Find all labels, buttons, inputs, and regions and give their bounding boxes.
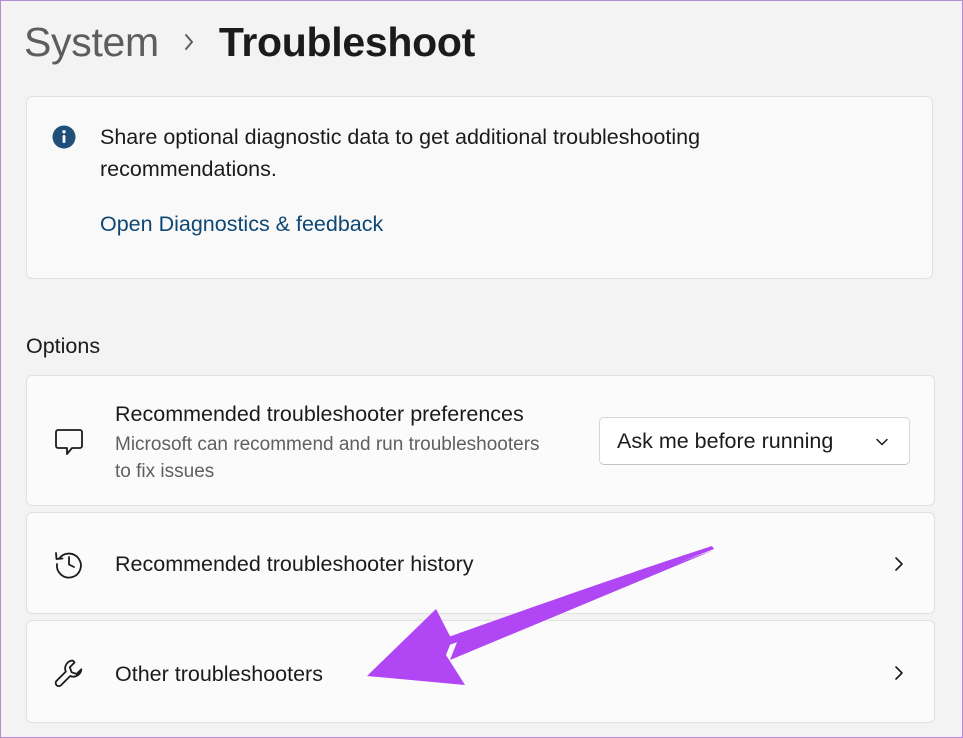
history-icon (53, 548, 85, 580)
open-diagnostics-link[interactable]: Open Diagnostics & feedback (100, 212, 383, 237)
info-message: Share optional diagnostic data to get ad… (100, 125, 701, 181)
chevron-right-icon (892, 555, 906, 573)
page-title: Troubleshoot (218, 18, 475, 65)
info-icon (52, 125, 76, 149)
breadcrumb: System Troubleshoot (24, 14, 475, 70)
preferences-title: Recommended troubleshooter preferences (115, 402, 524, 426)
history-title: Recommended troubleshooter history (115, 552, 474, 576)
other-troubleshooters-title: Other troubleshooters (115, 662, 323, 686)
preferences-description: Microsoft can recommend and run troubles… (115, 434, 540, 482)
dropdown-selected-value: Ask me before running (617, 429, 834, 453)
diagnostics-info-card: Share optional diagnostic data to get ad… (26, 96, 933, 279)
wrench-icon (53, 657, 85, 689)
other-troubleshooters-row[interactable]: Other troubleshooters (26, 620, 935, 723)
breadcrumb-system-link[interactable]: System (24, 19, 159, 66)
chevron-right-icon (159, 33, 219, 51)
chevron-down-icon (875, 435, 889, 449)
troubleshooter-preferences-row: Recommended troubleshooter preferences M… (26, 375, 935, 506)
troubleshooter-preference-dropdown[interactable]: Ask me before running (599, 417, 910, 465)
chat-bubble-icon (53, 426, 85, 458)
options-heading: Options (26, 334, 101, 358)
troubleshooter-history-row[interactable]: Recommended troubleshooter history (26, 512, 935, 614)
chevron-right-icon (892, 664, 906, 682)
